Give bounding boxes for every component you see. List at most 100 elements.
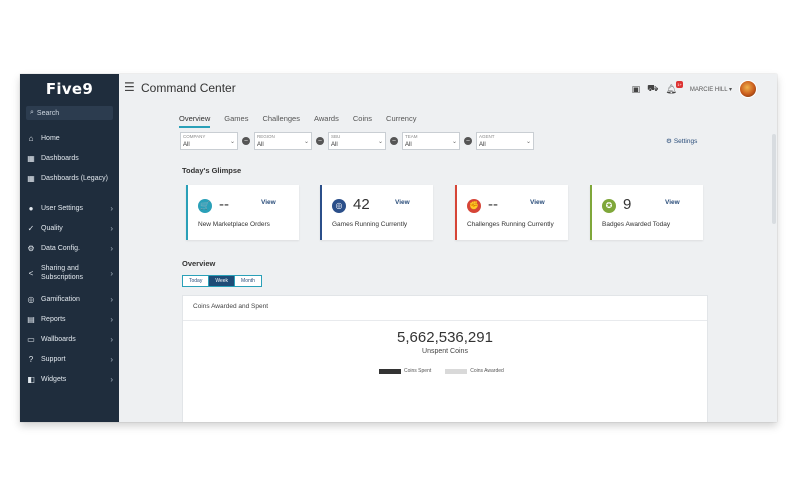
filter-remove-icon[interactable]: – [390, 137, 398, 145]
filter-company-select[interactable]: COMPANY All ⌄ [180, 132, 238, 150]
app-window: Five9 ⌕ Search ⌂ Home ▦ Dashboards ▦ Dashboar… [20, 74, 777, 422]
check-icon: ✓ [27, 224, 35, 233]
five9-logo[interactable]: Five9 [20, 74, 119, 104]
filter-bar: COMPANY All ⌄ – REGION All ⌄ – SBU All ⌄ – TEAM All ⌄ –… [180, 132, 538, 150]
sidebar-item-label: Gamification [41, 296, 80, 303]
chevron-right-icon: › [110, 204, 113, 213]
avatar[interactable] [739, 80, 757, 98]
gear-icon: ⚙ [666, 138, 672, 145]
settings-button[interactable]: ⚙ Settings [666, 137, 697, 146]
filter-region-select[interactable]: REGION All ⌄ [254, 132, 312, 150]
card-label: New Marketplace Orders [198, 221, 270, 228]
filter-label: SBU [331, 134, 341, 139]
sidebar-item-label: Dashboards [41, 155, 79, 162]
filter-value: All [405, 142, 412, 148]
widgets-icon: ◧ [27, 375, 35, 384]
chevron-down-icon: ⌄ [451, 139, 457, 145]
cart-icon[interactable]: ⛟ [647, 83, 658, 95]
sidebar-item-label: User Settings [41, 205, 84, 212]
sidebar-item-reports[interactable]: ▤ Reports › [20, 315, 119, 324]
help-icon: ? [28, 355, 34, 364]
sidebar-item-wallboards[interactable]: ▭ Wallboards › [20, 335, 119, 344]
chevron-right-icon: › [110, 268, 113, 278]
sidebar-item-gamification[interactable]: ◎ Gamification › [20, 295, 119, 304]
sidebar-item-label: Data Config. [41, 245, 80, 252]
card-view-link[interactable]: View [261, 199, 276, 206]
period-month-button[interactable]: Month [234, 276, 261, 286]
chevron-right-icon: › [110, 295, 113, 304]
home-icon: ⌂ [28, 134, 34, 143]
chat-icon[interactable]: ▣ [632, 84, 641, 95]
chevron-right-icon: › [110, 355, 113, 364]
gamepad-icon: ◎ [27, 295, 35, 304]
sidebar-item-user-settings[interactable]: ● User Settings › [20, 204, 119, 213]
sidebar-item-sharing[interactable]: < Sharing and Subscriptions › [20, 264, 119, 282]
card-view-link[interactable]: View [530, 199, 545, 206]
filter-remove-icon[interactable]: – [464, 137, 472, 145]
glimpse-card: 🛒 -- View New Marketplace Orders [186, 185, 299, 240]
sidebar-item-dashboards-legacy[interactable]: ▦ Dashboards (Legacy) [20, 174, 119, 183]
tab-awards[interactable]: Awards [314, 114, 339, 128]
user-menu[interactable]: MARCIE HILL ▾ [690, 86, 732, 93]
sidebar-item-label: Reports [41, 316, 66, 323]
tab-currency[interactable]: Currency [386, 114, 416, 128]
chevron-right-icon: › [110, 375, 113, 384]
filter-agent-select[interactable]: AGENT All ⌄ [476, 132, 534, 150]
filter-label: COMPANY [183, 134, 206, 139]
sidebar-item-support[interactable]: ? Support › [20, 355, 119, 364]
chevron-down-icon: ⌄ [303, 139, 309, 145]
card-view-link[interactable]: View [665, 199, 680, 206]
sidebar-item-widgets[interactable]: ◧ Widgets › [20, 375, 119, 384]
monitor-icon: ▭ [27, 335, 35, 344]
page-scrollbar[interactable] [772, 134, 776, 224]
card-value: -- [219, 196, 229, 213]
card-value: -- [488, 196, 498, 213]
sidebar-item-label: Widgets [41, 376, 67, 383]
filter-value: All [331, 142, 338, 148]
sidebar-item-dashboards[interactable]: ▦ Dashboards [20, 154, 119, 163]
notification-button[interactable]: 🔔︎ 1+ [665, 80, 683, 95]
sidebar-item-home[interactable]: ⌂ Home [20, 134, 119, 143]
coins-chart: 1600000000140000000012000000001000000000 [183, 296, 709, 422]
share-icon: < [28, 268, 34, 278]
card-view-link[interactable]: View [395, 199, 410, 206]
sidebar-item-label: Quality [41, 225, 63, 232]
chevron-right-icon: › [110, 335, 113, 344]
filter-value: All [257, 142, 264, 148]
gamepad-icon: ◎ [332, 199, 346, 213]
badge-icon: ✪ [602, 199, 616, 213]
period-week-button[interactable]: Week [208, 276, 235, 286]
card-value: 9 [623, 196, 632, 213]
filter-team-select[interactable]: TEAM All ⌄ [402, 132, 460, 150]
hamburger-menu-icon[interactable]: ☰ [124, 80, 135, 94]
sidebar-item-quality[interactable]: ✓ Quality › [20, 224, 119, 233]
tab-games[interactable]: Games [224, 114, 248, 128]
sidebar-search-input[interactable]: ⌕ Search [26, 106, 113, 120]
tab-coins[interactable]: Coins [353, 114, 372, 128]
period-today-button[interactable]: Today [183, 276, 209, 286]
chevron-right-icon: › [110, 244, 113, 253]
chevron-down-icon: ⌄ [525, 139, 531, 145]
chart-panel: Coins Awarded and Spent 5,662,536,291 Un… [182, 295, 708, 422]
sidebar-item-data-config[interactable]: ⚙ Data Config. › [20, 244, 119, 253]
filter-remove-icon[interactable]: – [316, 137, 324, 145]
logo-text: Five9 [45, 80, 94, 98]
tab-challenges[interactable]: Challenges [262, 114, 300, 128]
sidebar: Five9 ⌕ Search ⌂ Home ▦ Dashboards ▦ Dashboar… [20, 74, 119, 422]
dashboard-icon: ▦ [27, 154, 35, 163]
top-bar: ☰ Command Center ▣ ⛟ 🔔︎ 1+ MARCIE HILL ▾ [119, 74, 777, 100]
bell-icon: 🔔︎ [665, 83, 677, 94]
filter-remove-icon[interactable]: – [242, 137, 250, 145]
card-label: Badges Awarded Today [602, 221, 671, 228]
challenge-icon: ✊ [467, 199, 481, 213]
user-icon: ● [28, 204, 34, 213]
glimpse-card: ✊ -- View Challenges Running Currently [455, 185, 568, 240]
dashboard-legacy-icon: ▦ [27, 174, 35, 183]
filter-sbu-select[interactable]: SBU All ⌄ [328, 132, 386, 150]
tab-overview[interactable]: Overview [179, 114, 211, 128]
search-icon: ⌕ [30, 109, 34, 116]
reports-icon: ▤ [27, 315, 35, 324]
page-title: Command Center [141, 81, 236, 95]
sidebar-item-label: Sharing and Subscriptions [41, 265, 84, 281]
search-placeholder: Search [36, 109, 60, 117]
